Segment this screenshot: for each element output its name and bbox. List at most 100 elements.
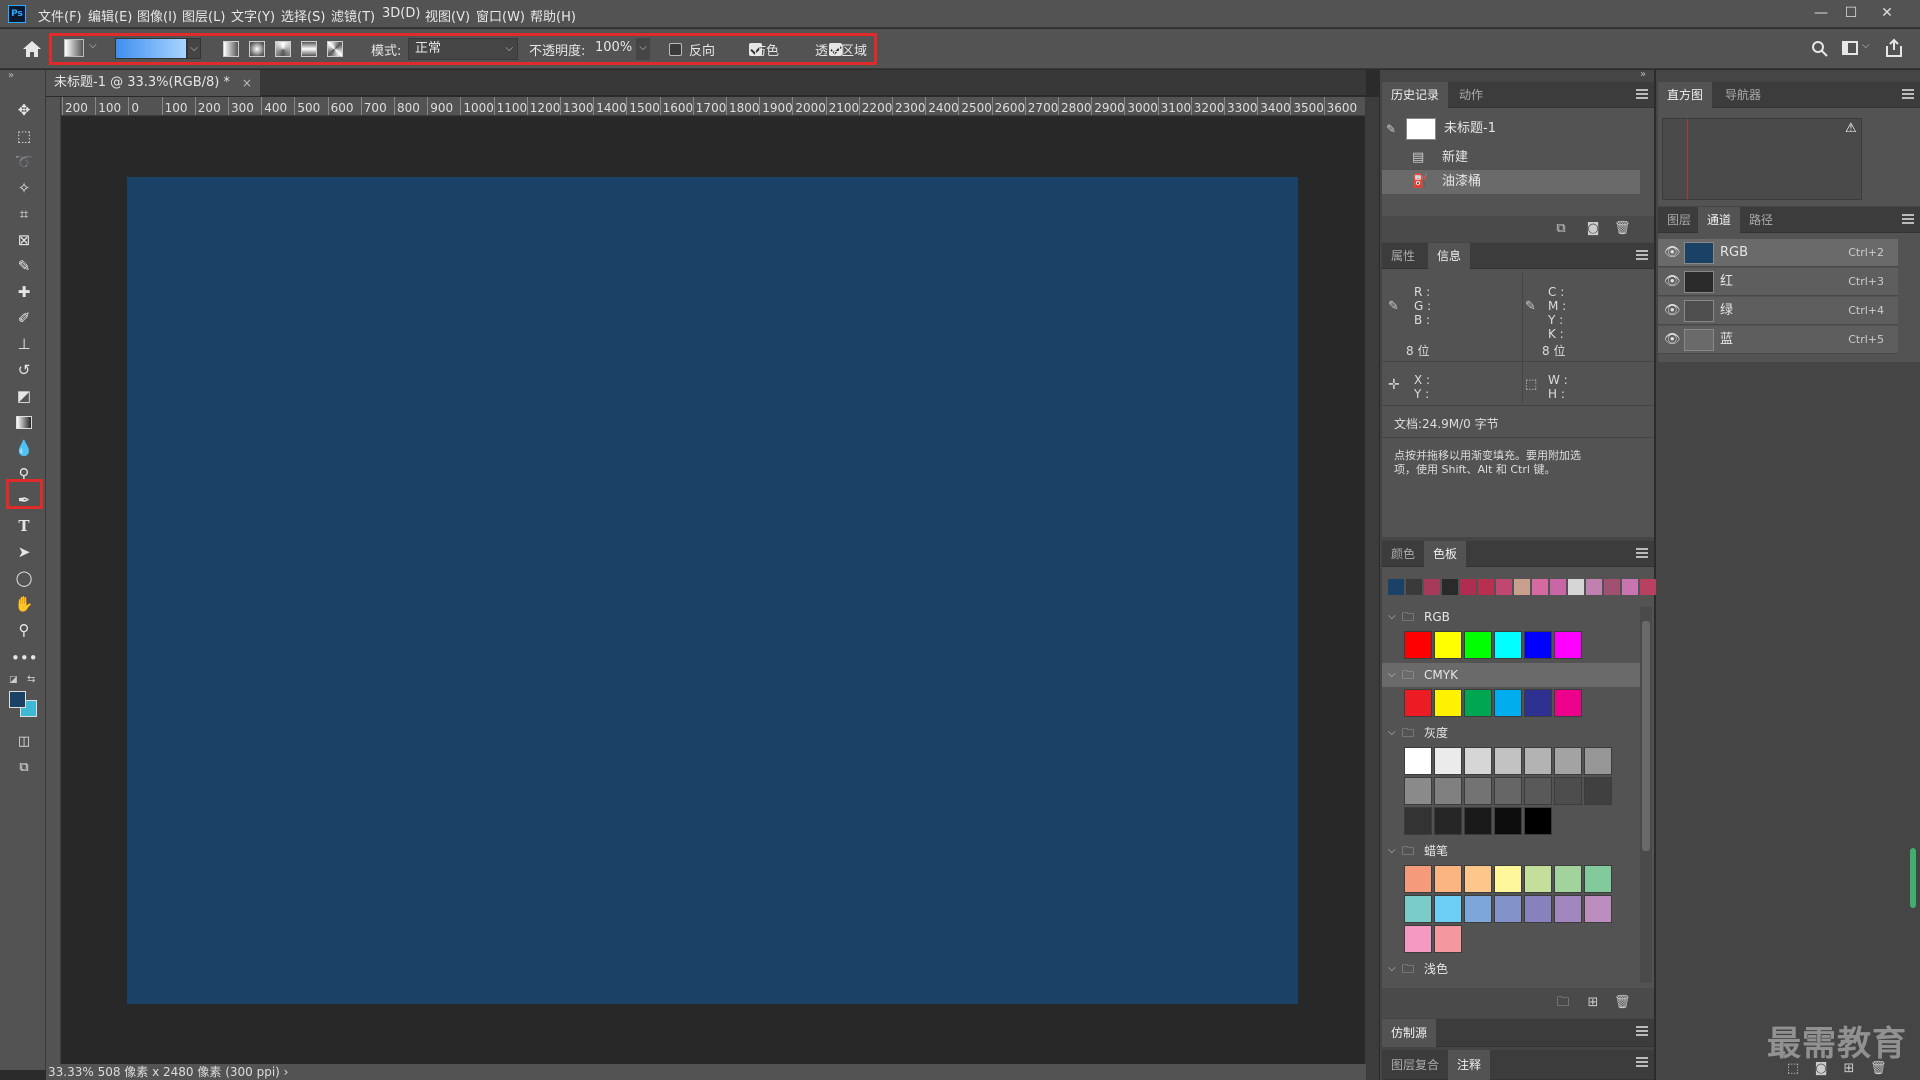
tab-info[interactable]: 信息 — [1428, 243, 1471, 269]
menu-3d[interactable]: 3D(D) — [382, 6, 420, 21]
magic-wand-tool-icon[interactable]: ✧ — [11, 176, 37, 200]
swatch[interactable] — [1554, 631, 1582, 659]
path-selection-tool-icon[interactable]: ➤ — [11, 540, 37, 564]
folder-icon[interactable]: 🗀 — [1556, 996, 1570, 1010]
history-item-selected[interactable]: ⛽ 油漆桶 — [1382, 170, 1640, 194]
document-canvas[interactable] — [127, 177, 1298, 1004]
recent-swatch[interactable] — [1550, 579, 1566, 595]
chevron-down-icon[interactable]: ⌵ — [1388, 721, 1396, 745]
foreground-color-swatch[interactable] — [9, 691, 26, 708]
recent-swatch[interactable] — [1568, 579, 1584, 595]
swatch[interactable] — [1404, 631, 1432, 659]
tab-properties[interactable]: 属性 — [1382, 243, 1424, 269]
swatch[interactable] — [1494, 807, 1522, 835]
crop-tool-icon[interactable]: ⌗ — [11, 202, 37, 226]
chevron-down-icon[interactable]: ⌵ — [1388, 663, 1396, 687]
swatch[interactable] — [1404, 865, 1432, 893]
new-document-from-state-icon[interactable]: ⧉ — [1554, 222, 1568, 236]
blur-tool-icon[interactable]: 💧 — [11, 436, 37, 460]
panel-resize-handle[interactable] — [1910, 848, 1916, 908]
collapse-dock-icon[interactable]: » — [1640, 69, 1646, 80]
recent-swatch[interactable] — [1604, 579, 1620, 595]
menu-edit[interactable]: 编辑(E) — [88, 6, 132, 25]
share-icon[interactable] — [1885, 38, 1903, 58]
recent-swatch[interactable] — [1388, 579, 1404, 595]
tab-clone-source[interactable]: 仿制源 — [1382, 1019, 1437, 1047]
camera-icon[interactable]: ◙ — [1586, 222, 1600, 236]
swatch[interactable] — [1554, 777, 1582, 805]
swatch[interactable] — [1404, 777, 1432, 805]
menu-type[interactable]: 文字(Y) — [231, 6, 275, 25]
frame-tool-icon[interactable]: ⊠ — [11, 228, 37, 252]
radial-gradient-icon[interactable] — [249, 41, 265, 57]
opacity-slider-caret-icon[interactable]: ⌵ — [636, 38, 650, 60]
swatch[interactable] — [1464, 865, 1492, 893]
swatch[interactable] — [1494, 777, 1522, 805]
tab-paths[interactable]: 路径 — [1740, 207, 1782, 233]
swatch[interactable] — [1434, 689, 1462, 717]
eye-icon[interactable]: 👁 — [1664, 239, 1681, 267]
swatch[interactable] — [1464, 895, 1492, 923]
recent-swatch[interactable] — [1442, 579, 1458, 595]
swatch[interactable] — [1434, 895, 1462, 923]
tab-swatches[interactable]: 色板 — [1424, 541, 1467, 567]
more-tools-icon[interactable]: ••• — [11, 646, 38, 670]
swatch[interactable] — [1584, 777, 1612, 805]
swatch[interactable] — [1434, 777, 1462, 805]
move-tool-icon[interactable]: ✥ — [11, 98, 37, 122]
tab-layer-comps[interactable]: 图层复合 — [1382, 1050, 1448, 1080]
channel-row-0[interactable]: 👁 RGB Ctrl+2 — [1658, 239, 1898, 267]
swatch[interactable] — [1584, 865, 1612, 893]
swatch[interactable] — [1404, 807, 1432, 835]
recent-swatch[interactable] — [1496, 579, 1512, 595]
tab-color[interactable]: 颜色 — [1382, 541, 1424, 567]
menu-filter[interactable]: 滤镜(T) — [331, 6, 375, 25]
tab-layers[interactable]: 图层 — [1658, 207, 1700, 233]
lasso-tool-icon[interactable]: ➰ — [11, 150, 37, 174]
swatch[interactable] — [1554, 689, 1582, 717]
eraser-tool-icon[interactable]: ◩ — [11, 384, 37, 408]
channel-row-1[interactable]: 👁 红 Ctrl+3 — [1658, 268, 1898, 296]
swatch[interactable] — [1554, 895, 1582, 923]
healing-brush-tool-icon[interactable]: ✚ — [11, 280, 37, 304]
close-tab-icon[interactable]: × — [242, 70, 252, 96]
opacity-input[interactable]: 100% — [589, 38, 635, 60]
quick-mask-icon[interactable]: ◫ — [11, 730, 37, 754]
tab-histogram[interactable]: 直方图 — [1658, 82, 1713, 108]
swatch[interactable] — [1464, 747, 1492, 775]
panel-menu-icon[interactable] — [1636, 89, 1648, 99]
history-brush-source-icon[interactable]: ✎ — [1386, 114, 1396, 144]
recent-swatch[interactable] — [1406, 579, 1422, 595]
trash-icon[interactable]: 🗑 — [1614, 222, 1631, 236]
tab-notes[interactable]: 注释 — [1448, 1050, 1491, 1080]
panel-menu-icon[interactable] — [1636, 1026, 1648, 1036]
swatch[interactable] — [1404, 689, 1432, 717]
recent-swatch[interactable] — [1532, 579, 1548, 595]
document-tab[interactable]: 未标题-1 @ 33.3%(RGB/8) * × — [46, 70, 260, 96]
swatch[interactable] — [1434, 747, 1462, 775]
swatches-scrollbar-thumb[interactable] — [1642, 621, 1650, 851]
recent-swatch[interactable] — [1514, 579, 1530, 595]
recent-swatch[interactable] — [1460, 579, 1476, 595]
swatch[interactable] — [1464, 689, 1492, 717]
swatch[interactable] — [1494, 865, 1522, 893]
swatch[interactable] — [1524, 689, 1552, 717]
recent-swatch[interactable] — [1586, 579, 1602, 595]
default-colors-icon[interactable]: ◪ — [9, 675, 18, 685]
swatch[interactable] — [1434, 865, 1462, 893]
panel-menu-icon[interactable] — [1636, 548, 1648, 558]
panel-menu-icon[interactable] — [1636, 250, 1648, 260]
type-tool-icon[interactable]: T — [11, 514, 37, 538]
menu-help[interactable]: 帮助(H) — [530, 6, 576, 25]
reverse-checkbox[interactable] — [669, 43, 682, 56]
swap-colors-icon[interactable]: ⇆ — [27, 674, 35, 685]
minimize-button[interactable]: — — [1806, 2, 1836, 24]
history-snapshot[interactable]: ✎ 未标题-1 — [1382, 114, 1642, 144]
gradient-preview[interactable] — [115, 38, 187, 59]
swatch[interactable] — [1404, 747, 1432, 775]
swatch[interactable] — [1434, 631, 1462, 659]
gradient-picker-caret-icon[interactable]: ⌵ — [187, 38, 201, 59]
swatch[interactable] — [1464, 777, 1492, 805]
swatches-scrollbar[interactable] — [1640, 607, 1652, 983]
screen-mode-icon[interactable]: ⧉ — [11, 756, 37, 780]
